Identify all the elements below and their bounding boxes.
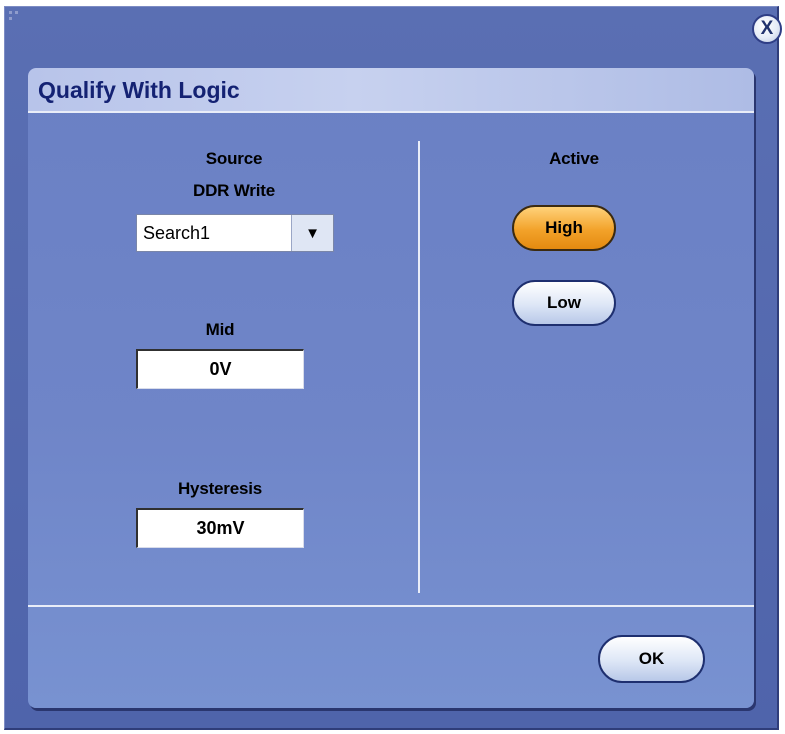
source-select-value: Search1 xyxy=(143,223,211,243)
mid-field[interactable]: 0V xyxy=(136,349,304,389)
footer-separator xyxy=(28,605,754,607)
source-label: Source xyxy=(205,149,263,168)
ok-button[interactable]: OK xyxy=(598,635,705,683)
resize-grip-icon xyxy=(9,11,18,20)
active-high-button[interactable]: High xyxy=(512,205,616,251)
source-subheading: DDR Write xyxy=(193,181,275,200)
chevron-down-icon[interactable]: ▼ xyxy=(291,215,333,251)
dialog-title: Qualify With Logic xyxy=(38,77,240,103)
dialog-title-bar: Qualify With Logic xyxy=(28,68,754,111)
close-icon: X xyxy=(760,18,774,39)
title-separator xyxy=(28,111,754,113)
active-low-button[interactable]: Low xyxy=(512,280,616,326)
active-label: Active xyxy=(549,149,599,168)
mid-label: Mid xyxy=(205,320,235,339)
hysteresis-field[interactable]: 30mV xyxy=(136,508,304,548)
hysteresis-label: Hysteresis xyxy=(177,479,262,498)
column-divider xyxy=(418,141,420,593)
close-button[interactable]: X xyxy=(752,14,782,44)
qualify-with-logic-dialog: Qualify With Logic Source DDR Write Sear… xyxy=(28,68,754,708)
source-select[interactable]: Search1 ▼ xyxy=(136,214,334,252)
